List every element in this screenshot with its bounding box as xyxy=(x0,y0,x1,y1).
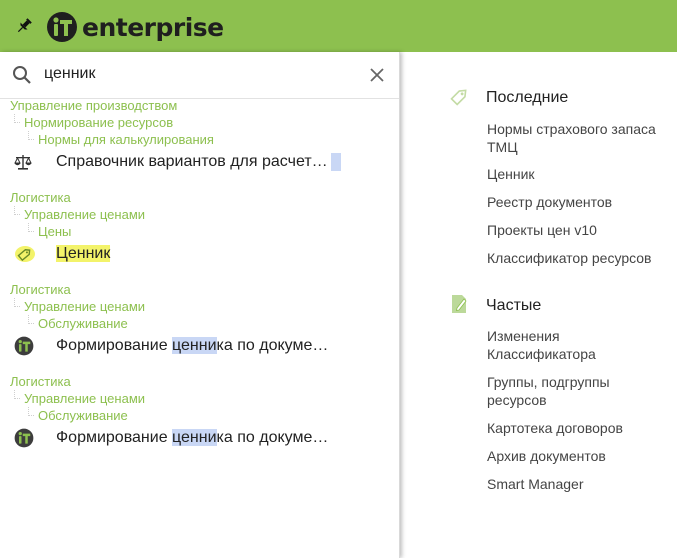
frequent-section-header: Частые xyxy=(449,293,542,320)
search-result-item[interactable]: Ценник xyxy=(14,243,111,265)
result-path-level-2[interactable]: Нормирование ресурсов xyxy=(24,115,173,130)
result-path-level-3[interactable]: Обслуживание xyxy=(38,316,128,331)
result-path-level-1[interactable]: Управление производством xyxy=(10,98,177,113)
price-tag-icon xyxy=(14,244,42,264)
tree-connector xyxy=(14,206,20,215)
tree-connector xyxy=(14,114,20,123)
pin-icon[interactable] xyxy=(15,17,33,35)
tree-connector xyxy=(28,223,34,232)
search-result-item[interactable]: Формирование ценника по докуме… xyxy=(14,335,328,357)
search-result-item[interactable]: Формирование ценника по докуме… xyxy=(14,427,328,449)
tree-connector xyxy=(14,390,20,399)
it-logo-icon xyxy=(14,428,42,448)
result-label: Ценник xyxy=(56,245,111,262)
recent-link[interactable]: Реестр документов xyxy=(487,193,612,211)
result-path-level-3[interactable]: Обслуживание xyxy=(38,408,128,423)
frequent-link[interactable]: Изменения Классификатора xyxy=(487,327,597,363)
recent-section-header: Последние xyxy=(449,87,568,109)
frequent-link[interactable]: Архив документов xyxy=(487,447,606,465)
top-bar: enterprise xyxy=(0,0,677,52)
result-path-level-3[interactable]: Нормы для калькулирования xyxy=(38,132,214,147)
recent-title: Последние xyxy=(486,89,569,106)
scales-icon xyxy=(14,152,42,172)
recent-link[interactable]: Ценник xyxy=(487,165,535,183)
result-path-level-3[interactable]: Цены xyxy=(38,224,71,239)
result-label: Формирование ценника по докуме… xyxy=(56,337,329,354)
close-icon[interactable] xyxy=(369,67,385,88)
frequent-link[interactable]: Smart Manager xyxy=(487,475,583,493)
tree-connector xyxy=(28,315,34,324)
search-panel: Управление производством Нормирование ре… xyxy=(0,52,400,558)
frequent-title: Частые xyxy=(486,297,542,314)
result-path-level-1[interactable]: Логистика xyxy=(10,374,71,389)
recent-link[interactable]: Проекты цен v10 xyxy=(487,221,597,239)
result-path-level-2[interactable]: Управление ценами xyxy=(24,207,145,222)
frequent-link[interactable]: Группы, подгруппы ресурсов xyxy=(487,373,637,409)
logo-text: enterprise xyxy=(82,12,224,42)
search-icon[interactable] xyxy=(12,65,32,90)
search-bar xyxy=(0,52,399,99)
it-logo-icon xyxy=(14,336,42,356)
result-label: Формирование ценника по докуме… xyxy=(56,429,329,446)
result-path-level-2[interactable]: Управление ценами xyxy=(24,299,145,314)
result-label: Справочник вариантов для расчет… xyxy=(56,152,341,171)
search-input[interactable] xyxy=(44,62,344,86)
tree-connector xyxy=(28,131,34,140)
tree-connector xyxy=(14,298,20,307)
selection-marker xyxy=(330,152,341,171)
frequent-link[interactable]: Картотека договоров xyxy=(487,419,623,437)
result-path-level-1[interactable]: Логистика xyxy=(10,282,71,297)
app-logo[interactable]: enterprise xyxy=(46,11,224,43)
search-result-item[interactable]: Справочник вариантов для расчет… xyxy=(14,151,341,173)
it-logo-icon xyxy=(47,12,77,42)
recent-link[interactable]: Классификатор ресурсов xyxy=(487,249,651,267)
result-path-level-1[interactable]: Логистика xyxy=(10,190,71,205)
edit-document-icon xyxy=(449,293,471,320)
recent-link[interactable]: Нормы страхового запаса ТМЦ xyxy=(487,120,672,156)
tree-connector xyxy=(28,407,34,416)
result-path-level-2[interactable]: Управление ценами xyxy=(24,391,145,406)
price-tag-icon xyxy=(449,85,471,112)
